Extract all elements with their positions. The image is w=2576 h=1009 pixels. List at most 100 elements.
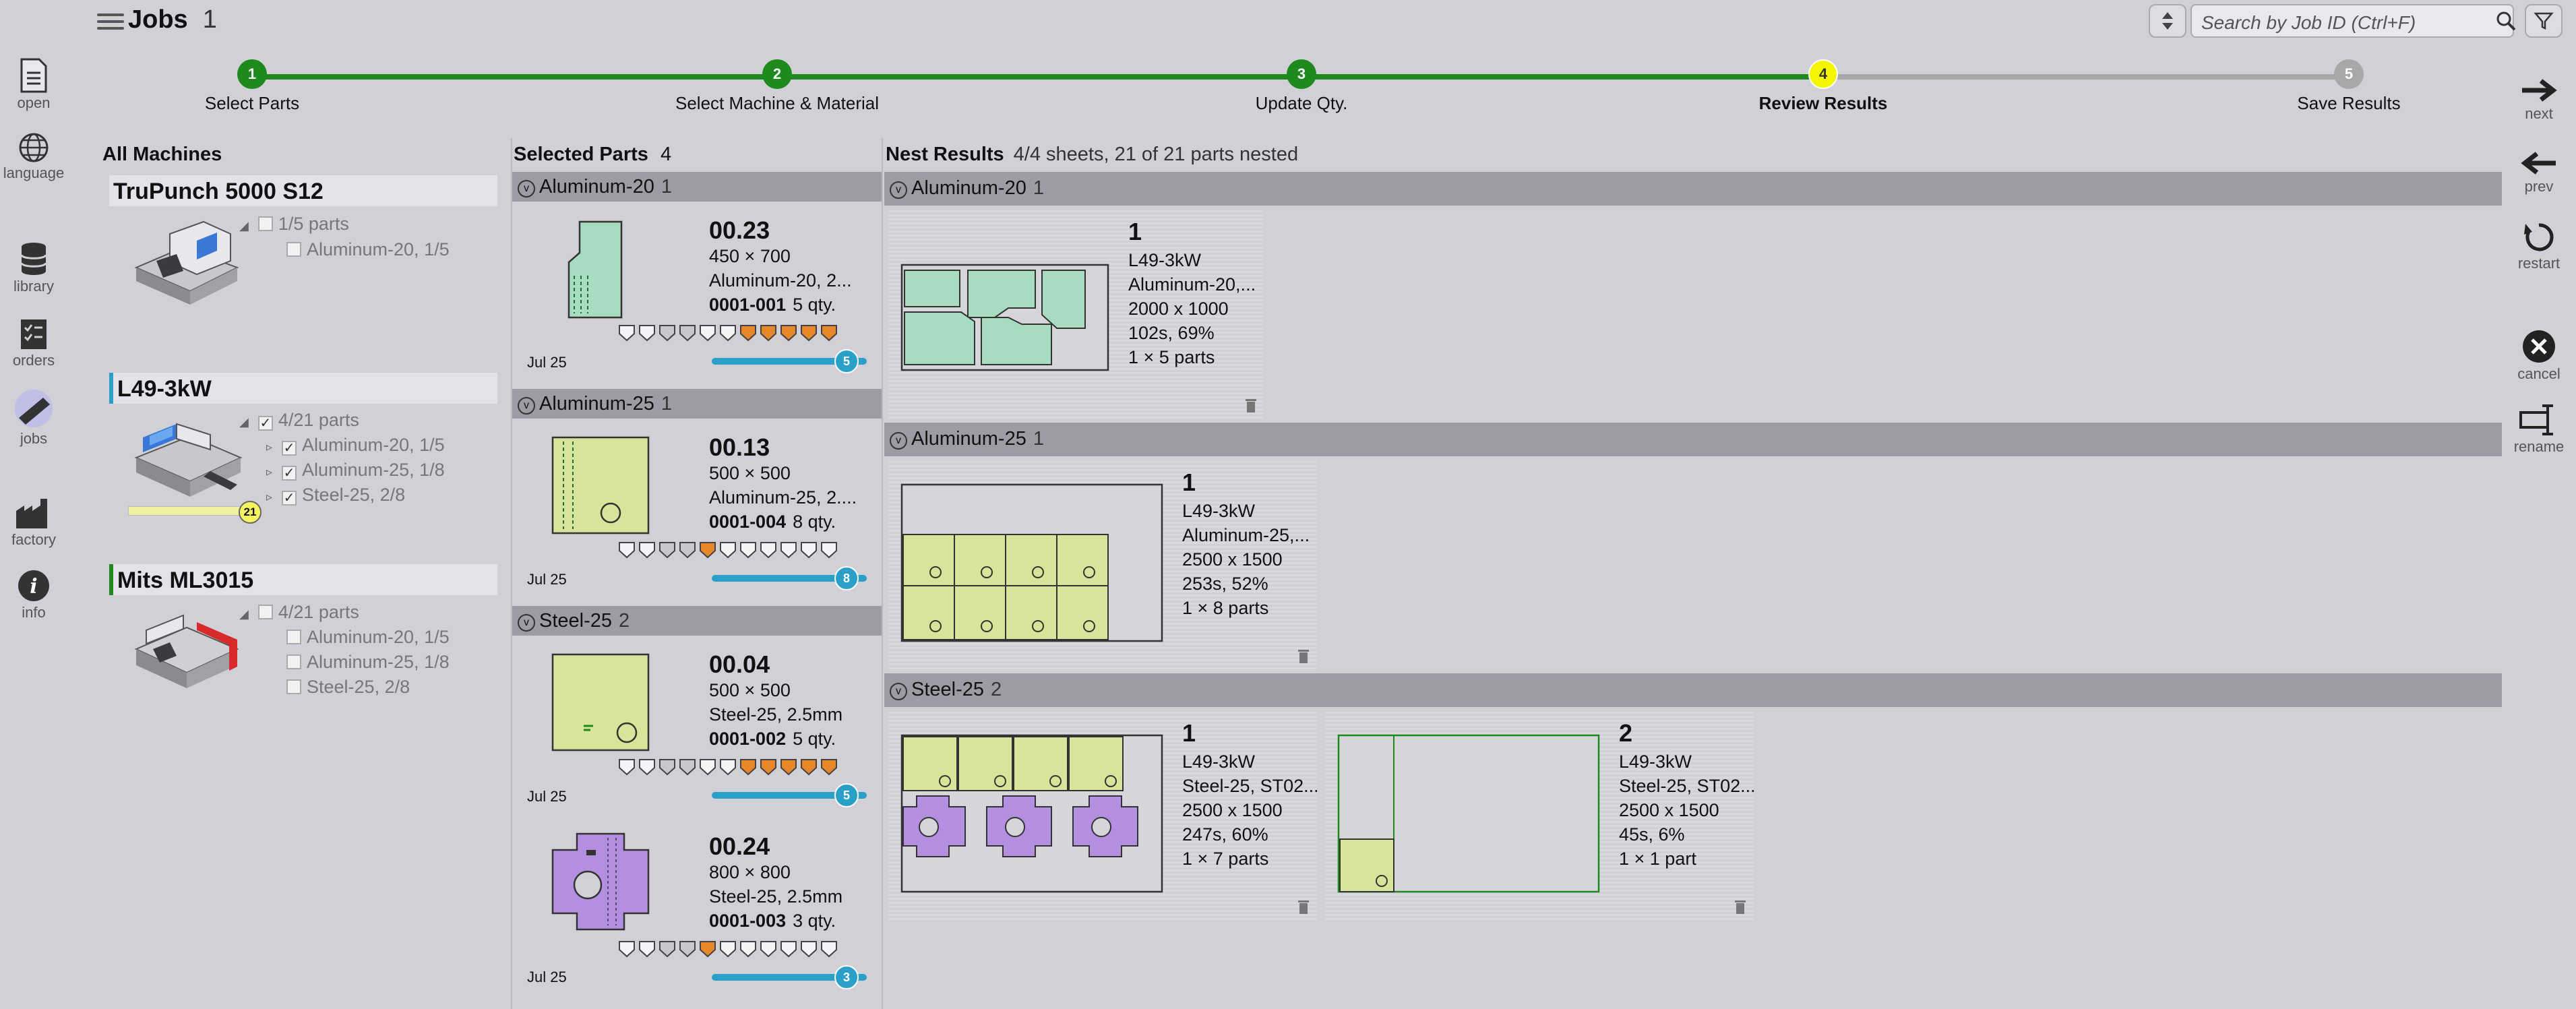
nest-sheet-card[interactable]: 1 L49-3kW Steel-25, ST02... 2500 x 1500 … — [888, 711, 1317, 920]
material-row[interactable]: ▹ ✓ Aluminum-20, 1/5 — [266, 435, 445, 456]
chevron-down-icon[interactable]: v — [518, 614, 535, 632]
search-icon[interactable] — [2496, 11, 2516, 31]
material-row[interactable]: ▹ ✓ Steel-25, 2/8 — [266, 485, 405, 506]
material-row[interactable]: Steel-25, 2/8 — [286, 677, 410, 698]
step-1-circle[interactable]: 1 — [237, 59, 267, 89]
checkbox-checked[interactable]: ✓ — [257, 416, 273, 431]
part-card[interactable]: 00.24 800 × 800 Steel-25, 2.5mm 0001-003… — [512, 819, 882, 1005]
step-5-circle[interactable]: 5 — [2334, 59, 2364, 89]
step-2-label[interactable]: Select Machine & Material — [675, 93, 879, 114]
nest-group-aluminum-25[interactable]: v Aluminum-25 1 — [884, 423, 2502, 456]
operation-icons — [617, 757, 868, 777]
checkbox[interactable] — [257, 605, 273, 619]
chevron-down-icon[interactable]: v — [890, 181, 907, 199]
bend-op-icon — [760, 759, 776, 776]
machine-summary-trupunch[interactable]: ◢ 1/5 parts — [239, 214, 349, 235]
part-material: Aluminum-20, 2... — [709, 270, 852, 291]
chevron-down-icon[interactable]: v — [890, 432, 907, 450]
chevron-down-icon[interactable]: v — [890, 683, 907, 700]
nav-open[interactable]: open — [0, 58, 67, 112]
part-card[interactable]: 00.04 500 × 500 Steel-25, 2.5mm 0001-002… — [512, 637, 882, 823]
menu-icon[interactable] — [97, 9, 124, 32]
trash-icon[interactable] — [1244, 397, 1258, 413]
search-input[interactable]: Search by Job ID (Ctrl+F) — [2190, 4, 2514, 38]
group-header-aluminum-25[interactable]: v Aluminum-25 1 — [512, 389, 882, 419]
expand-triangle-icon[interactable]: ▹ — [266, 440, 272, 454]
checkbox[interactable] — [257, 216, 273, 231]
checkbox-checked[interactable]: ✓ — [282, 491, 297, 506]
checkbox-checked[interactable]: ✓ — [282, 441, 297, 456]
part-job: 0001-002 5 qty. — [709, 729, 836, 750]
part-date: Jul 25 — [527, 969, 567, 985]
nest-sheet-card[interactable]: 1 L49-3kW Aluminum-20,... 2000 x 1000 10… — [888, 210, 1263, 419]
cancel-icon — [2523, 330, 2555, 363]
tool-op-icon — [659, 542, 675, 559]
machine-header-l49[interactable]: L49-3kW — [109, 373, 497, 404]
step-2-circle[interactable]: 2 — [762, 59, 792, 89]
checkbox[interactable] — [286, 679, 301, 694]
group-header-steel-25[interactable]: v Steel-25 2 — [512, 606, 882, 636]
nav-language[interactable]: language — [0, 132, 67, 182]
step-3-circle[interactable]: 3 — [1287, 59, 1316, 89]
step-1-label[interactable]: Select Parts — [205, 93, 299, 114]
expand-triangle-icon[interactable]: ▹ — [266, 490, 272, 504]
nav-info[interactable]: i info — [0, 569, 67, 621]
machine-header-mits[interactable]: Mits ML3015 — [109, 564, 497, 595]
material-row[interactable]: Aluminum-20, 1/5 — [286, 627, 450, 648]
nest-group-aluminum-20[interactable]: v Aluminum-20 1 — [884, 172, 2502, 206]
title-text: Jobs — [128, 5, 188, 34]
nest-sheet-card[interactable]: 2 L49-3kW Steel-25, ST02... 2500 x 1500 … — [1325, 711, 1754, 920]
step-5-label[interactable]: Save Results — [2297, 93, 2400, 114]
nav-factory[interactable]: factory — [0, 496, 67, 549]
material-row[interactable]: Aluminum-20, 1/5 — [286, 239, 450, 260]
collapse-triangle-icon[interactable]: ◢ — [239, 415, 249, 429]
step-4-circle[interactable]: 4 — [1808, 59, 1838, 89]
trash-icon[interactable] — [1297, 648, 1310, 664]
nest-group-steel-25[interactable]: v Steel-25 2 — [884, 673, 2502, 707]
progress-knob[interactable]: 3 — [834, 965, 859, 989]
nav-prev[interactable]: prev — [2502, 150, 2576, 195]
nav-rename[interactable]: rename — [2502, 403, 2576, 456]
nav-jobs[interactable]: jobs — [0, 388, 67, 448]
nav-jobs-label: jobs — [20, 430, 48, 447]
expand-triangle-icon[interactable]: ▹ — [266, 465, 272, 479]
filter-button[interactable] — [2525, 4, 2563, 38]
nav-cancel[interactable]: cancel — [2502, 329, 2576, 383]
nest-sheet-card[interactable]: 1 L49-3kW Aluminum-25,... 2500 x 1500 25… — [888, 460, 1317, 669]
progress-knob[interactable]: 5 — [834, 783, 859, 807]
step-3-label[interactable]: Update Qty. — [1256, 93, 1348, 114]
machine-summary-l49[interactable]: ◢ ✓ 4/21 parts — [239, 410, 359, 431]
machine-summary-mits[interactable]: ◢ 4/21 parts — [239, 602, 359, 623]
part-card[interactable]: 00.23 450 × 700 Aluminum-20, 2... 0001-0… — [512, 203, 882, 389]
tool-op-icon — [619, 759, 635, 776]
checkbox[interactable] — [286, 630, 301, 644]
progress-knob[interactable]: 8 — [834, 566, 859, 590]
machine-header-trupunch[interactable]: TruPunch 5000 S12 — [109, 175, 497, 206]
chevron-down-icon[interactable]: v — [518, 180, 535, 197]
progress-knob[interactable]: 5 — [834, 349, 859, 373]
nav-next[interactable]: next — [2502, 77, 2576, 123]
arrow-right-icon — [2522, 79, 2557, 102]
chevron-down-icon[interactable]: v — [518, 397, 535, 415]
cut-op-icon — [780, 542, 797, 559]
checkbox-checked[interactable]: ✓ — [282, 466, 297, 481]
cut-op-icon — [720, 542, 736, 559]
nav-orders[interactable]: orders — [0, 315, 67, 369]
sheet-number: 2 — [1619, 719, 1633, 747]
nav-library[interactable]: library — [0, 241, 67, 295]
material-row[interactable]: ▹ ✓ Aluminum-25, 1/8 — [266, 460, 445, 481]
trash-icon[interactable] — [1734, 898, 1747, 915]
nav-restart[interactable]: restart — [2502, 221, 2576, 272]
collapse-triangle-icon[interactable]: ◢ — [239, 607, 249, 621]
step-4-label[interactable]: Review Results — [1759, 93, 1888, 114]
trash-icon[interactable] — [1297, 898, 1310, 915]
sheet-time: 253s, 52% — [1182, 574, 1268, 594]
checkbox[interactable] — [286, 242, 301, 257]
group-header-aluminum-20[interactable]: v Aluminum-20 1 — [512, 172, 882, 202]
collapse-triangle-icon[interactable]: ◢ — [239, 219, 249, 233]
sort-button[interactable] — [2149, 4, 2186, 38]
checkbox[interactable] — [286, 654, 301, 669]
material-row[interactable]: Aluminum-25, 1/8 — [286, 652, 450, 673]
part-card[interactable]: 00.13 500 × 500 Aluminum-25, 2.... 0001-… — [512, 420, 882, 606]
tool-op-icon — [659, 759, 675, 776]
